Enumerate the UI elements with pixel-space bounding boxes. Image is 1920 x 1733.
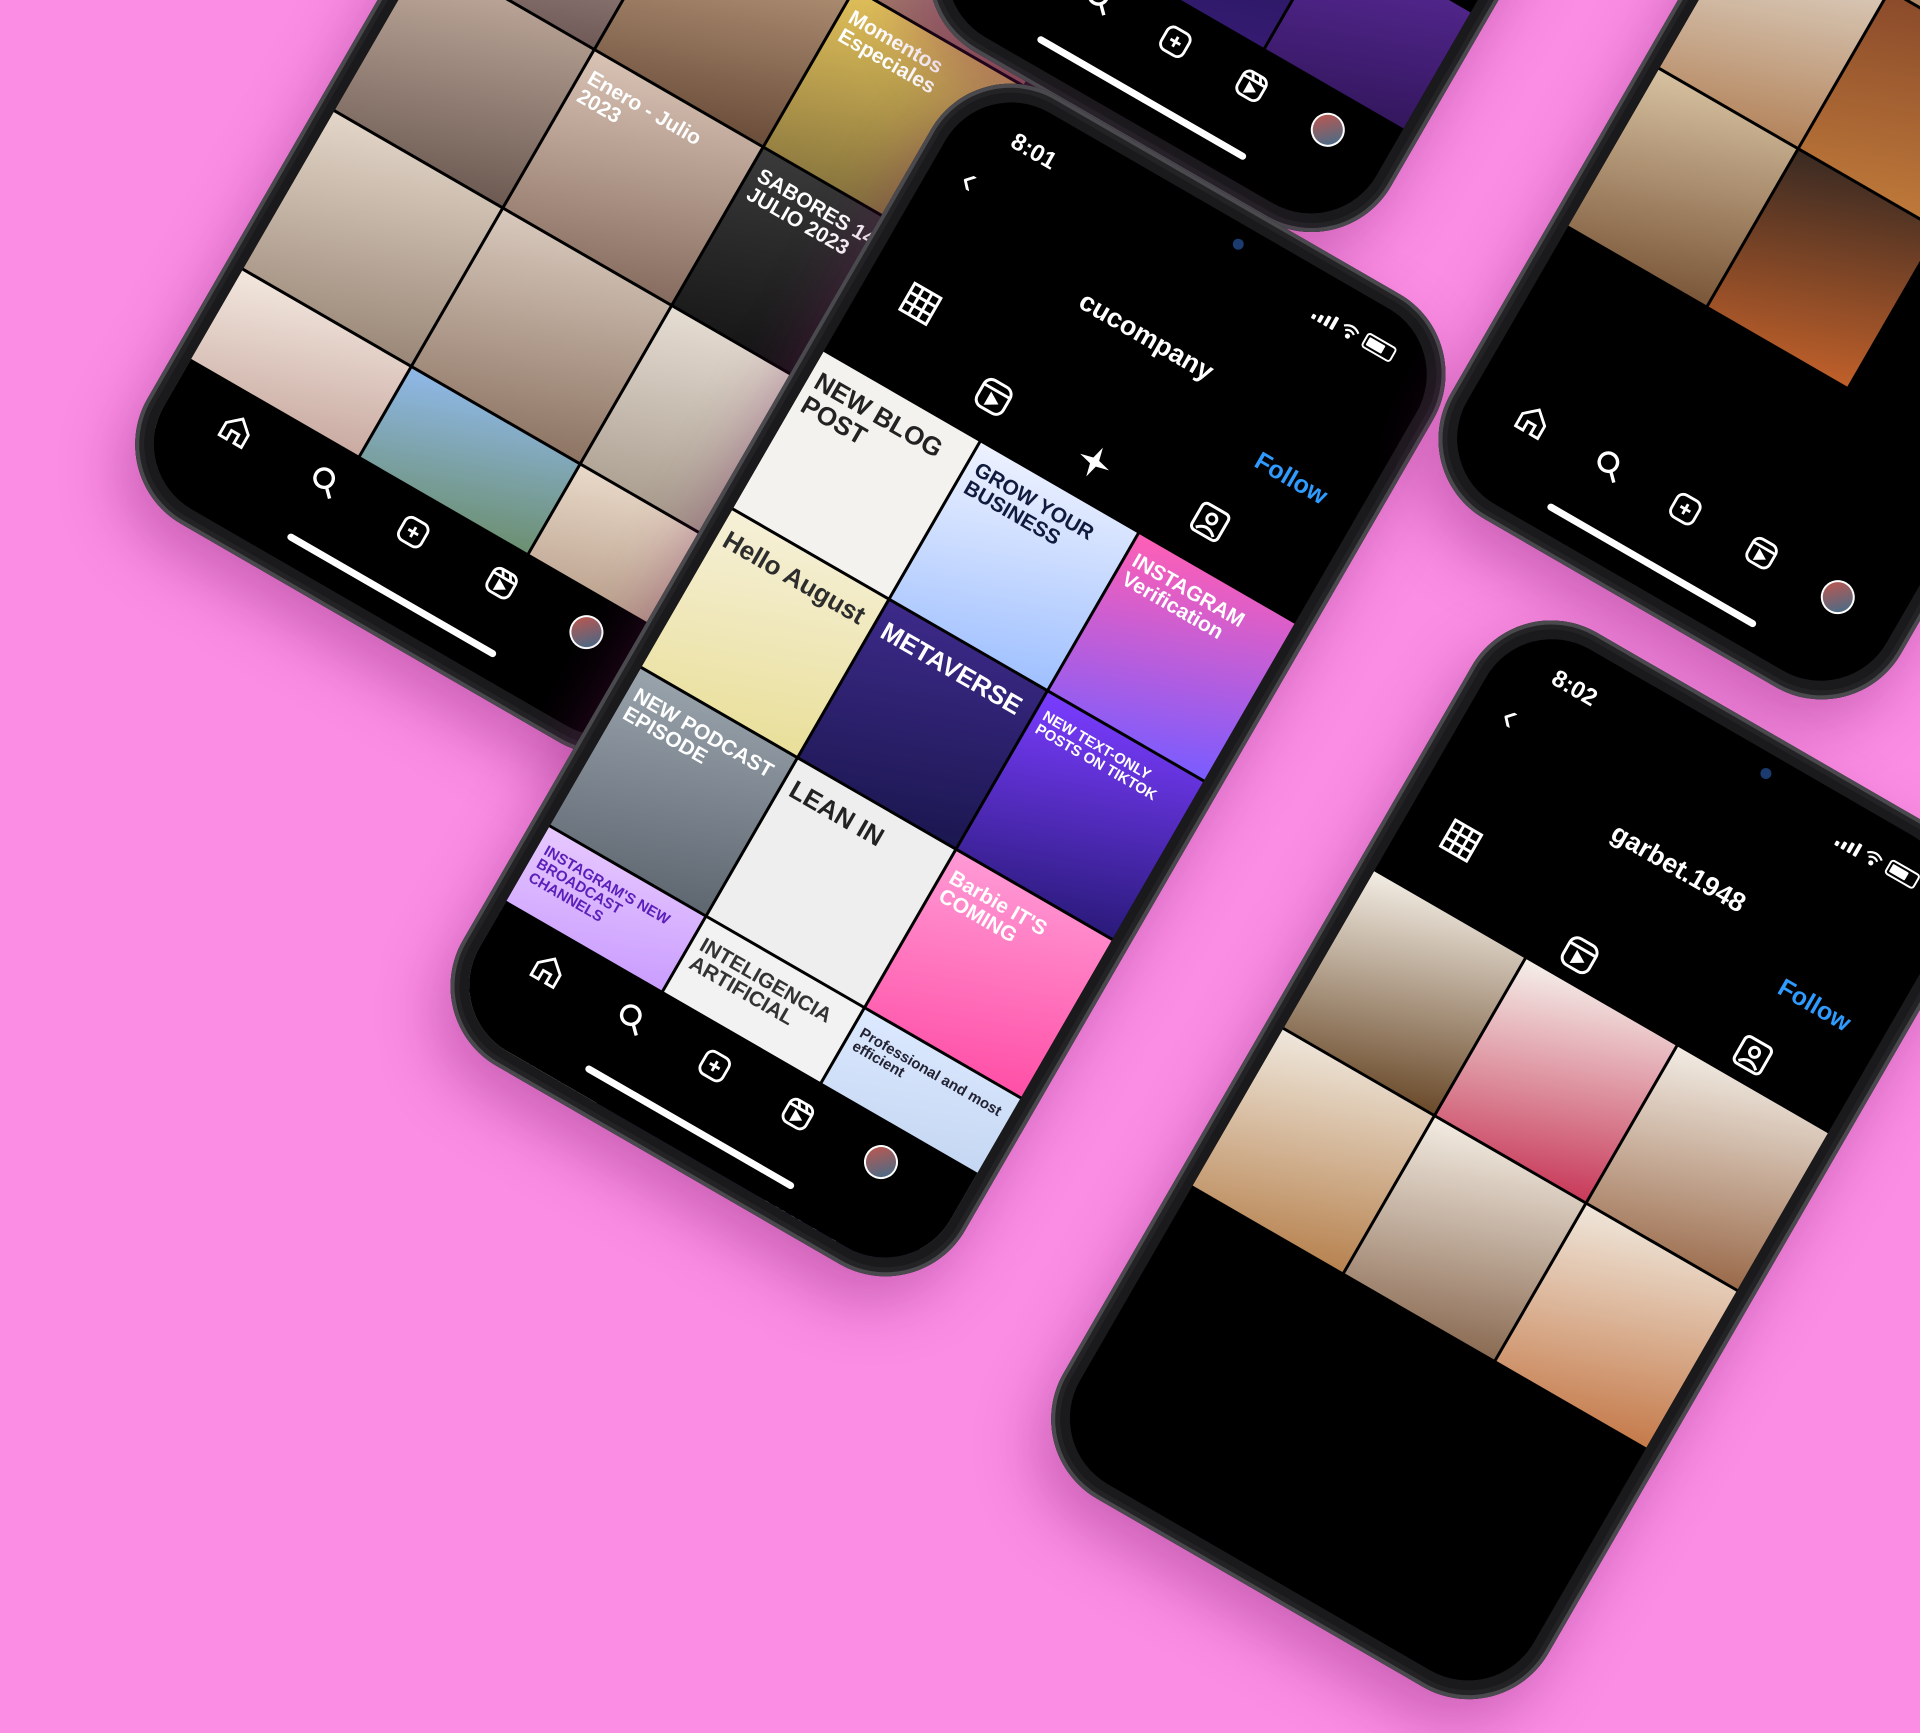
post-caption: NEW BLOG POST [796, 366, 949, 464]
reels-icon[interactable] [478, 560, 524, 606]
reels-tab-icon[interactable] [1552, 928, 1607, 983]
grid-tab-icon[interactable] [893, 276, 948, 331]
home-icon[interactable] [525, 947, 571, 993]
back-arrow-icon[interactable]: ‹ [953, 157, 987, 202]
home-indicator [1546, 502, 1758, 629]
right-phone [1404, 0, 1920, 734]
status-time: 8:01 [1006, 127, 1062, 176]
profile-avatar[interactable] [563, 608, 610, 656]
battery-icon [1360, 331, 1398, 364]
search-icon[interactable] [608, 995, 654, 1041]
home-indicator [584, 1064, 796, 1191]
right-phone-screen [1429, 0, 1920, 709]
new-post-icon[interactable] [1662, 486, 1708, 532]
profile-avatar[interactable] [1814, 573, 1862, 621]
reels-icon[interactable] [775, 1091, 821, 1137]
profile-avatar[interactable] [1304, 106, 1352, 154]
tagged-tab-icon[interactable] [1726, 1028, 1781, 1083]
new-post-icon[interactable] [390, 509, 436, 555]
cellular-signal-icon [1310, 306, 1340, 331]
wifi-icon [1867, 850, 1883, 866]
bottom-phone-grid [1192, 871, 1828, 1448]
new-post-icon[interactable] [691, 1043, 737, 1089]
post-caption: INSTAGRAM Verification [1117, 549, 1249, 645]
search-icon[interactable] [302, 458, 348, 504]
cellular-signal-icon [1834, 832, 1863, 858]
back-arrow-icon[interactable]: ‹ [1494, 694, 1528, 739]
home-indicator [286, 532, 498, 659]
right-phone-grid [1568, 0, 1920, 468]
wifi-icon [1343, 324, 1360, 339]
reels-tab-icon[interactable] [966, 370, 1021, 425]
search-icon[interactable] [1586, 442, 1632, 488]
search-icon[interactable] [1076, 0, 1122, 21]
home-icon[interactable] [213, 407, 259, 453]
tagged-tab-icon[interactable] [1183, 495, 1238, 550]
new-post-icon[interactable] [1152, 19, 1198, 65]
profile-avatar[interactable] [857, 1138, 905, 1186]
battery-icon [1883, 858, 1920, 891]
status-time: 8:02 [1546, 664, 1602, 713]
home-icon[interactable] [1510, 398, 1556, 444]
reels-icon[interactable] [1228, 63, 1274, 109]
reels-icon[interactable] [1738, 530, 1784, 576]
sparkle-tab-icon[interactable] [1067, 435, 1122, 490]
grid-tab-icon[interactable] [1434, 813, 1489, 868]
